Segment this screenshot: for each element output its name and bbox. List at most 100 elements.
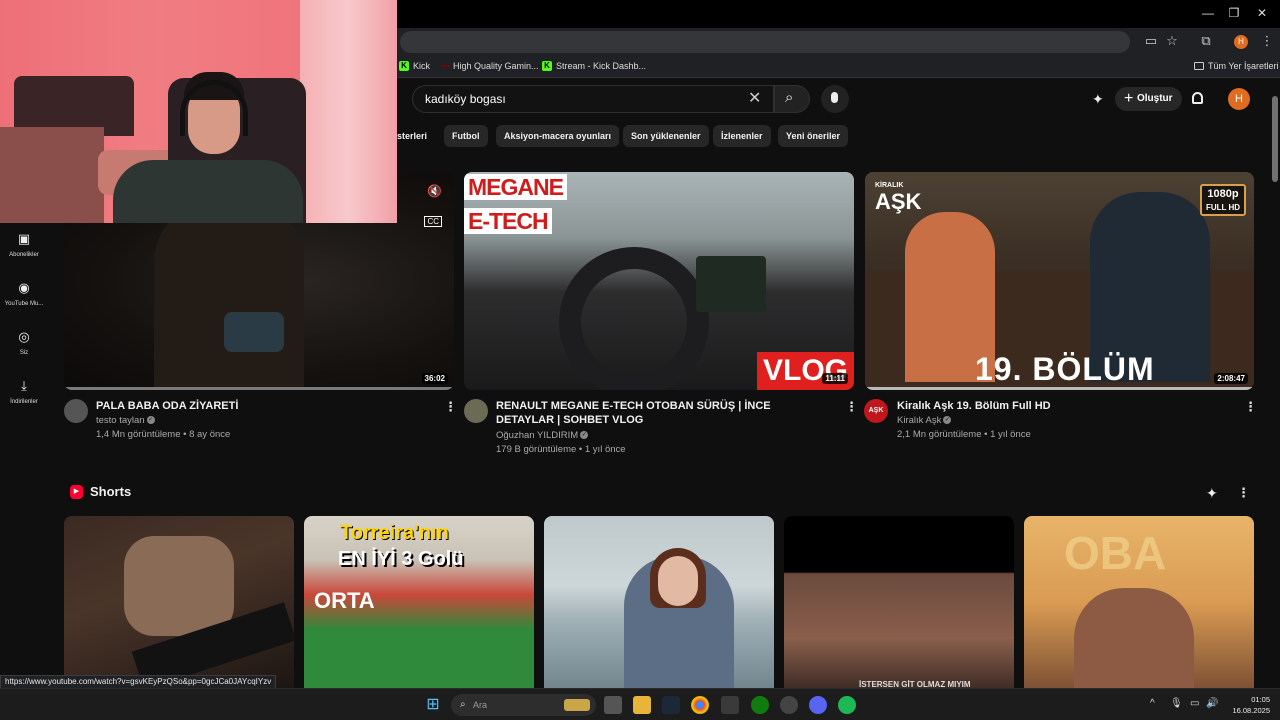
channel-name[interactable]: Kiralık Aşk ✓ — [897, 414, 952, 428]
chip-partial[interactable]: sterleri — [395, 125, 435, 147]
short-thumbnail[interactable]: Torreira'nın EN İYİ 3 Golü ORTA — [304, 516, 534, 691]
clear-search-icon[interactable]: ✕ — [748, 88, 761, 108]
thumbnail-phone — [224, 312, 284, 352]
scrollbar-thumb[interactable] — [1272, 96, 1278, 182]
sidebar-item-indirilenler[interactable]: ⤓ İndirilenler — [0, 378, 48, 405]
chip-izlenenler[interactable]: İzlenenler — [713, 125, 771, 147]
create-sparkle-icon[interactable]: ✦ — [1092, 91, 1104, 108]
search-input[interactable]: kadıköy bogası — [412, 85, 774, 113]
channel-avatar[interactable] — [464, 399, 488, 423]
taskbar-search[interactable]: ⌕ Ara — [451, 694, 596, 716]
mute-icon[interactable]: 🔇 — [427, 184, 442, 198]
video-thumbnail[interactable]: KİRALIK AŞK 1080p FULL HD 19. BÖLÜM 2:08:4… — [865, 172, 1254, 390]
account-avatar[interactable]: H — [1228, 88, 1250, 110]
thumbnail-steering-wheel — [559, 247, 709, 390]
captions-icon[interactable]: CC — [424, 216, 442, 227]
chip-aksiyon[interactable]: Aksiyon-macera oyunları — [496, 125, 620, 147]
chip-son-yuklenenler[interactable]: Son yüklenenler — [623, 125, 709, 147]
sidebar-item-siz[interactable]: ◎ Siz — [0, 329, 48, 356]
spotify-icon[interactable] — [838, 696, 856, 714]
short-thumbnail[interactable] — [544, 516, 774, 691]
sidebar-item-youtube-music[interactable]: ◉ YouTube Mu... — [0, 280, 48, 307]
channel-label: Kiralık Aşk — [897, 415, 942, 426]
all-bookmarks[interactable]: Tüm Yer İşaretleri — [1194, 61, 1279, 71]
browser-menu-icon[interactable]: ⋮ — [1258, 33, 1276, 49]
store-icon[interactable] — [721, 696, 739, 714]
thumbnail-hand — [124, 536, 234, 636]
link-status-url: https://www.youtube.com/watch?v=gsvKEyPz… — [0, 675, 277, 689]
show-logo: KİRALIK AŞK — [875, 182, 922, 214]
voice-search-button[interactable] — [821, 85, 849, 113]
chip-futbol[interactable]: Futbol — [444, 125, 488, 147]
bookmark-favicon — [441, 65, 449, 67]
thumbnail-badge: VLOG — [756, 352, 854, 390]
bookmark-kick[interactable]: K Kick — [399, 61, 430, 71]
windows-start-icon[interactable]: ⊞ — [424, 696, 442, 714]
thumbnail-face — [658, 556, 698, 606]
short-thumbnail[interactable]: İSTERSEN GİT OLMAZ MIYIM — [784, 516, 1014, 691]
taskbar-clock[interactable]: 01:05 16.08.2025 — [1226, 694, 1270, 716]
tray-network-icon[interactable]: ▭ — [1190, 698, 1199, 709]
bookmark-kick-dashboard[interactable]: K Stream - Kick Dashb... — [542, 61, 646, 71]
app-icon[interactable] — [780, 696, 798, 714]
close-button[interactable]: ✕ — [1252, 6, 1272, 20]
short-thumbnail[interactable]: OBA — [1024, 516, 1254, 691]
channel-avatar[interactable] — [64, 399, 88, 423]
tray-overflow-icon[interactable]: ^ — [1150, 698, 1155, 709]
video-title[interactable]: Kiralık Aşk 19. Bölüm Full HD — [897, 399, 1227, 413]
verified-icon: ✓ — [943, 416, 952, 425]
thumbnail-text: MEGANE — [464, 174, 567, 200]
thumbnail-figure — [154, 202, 304, 390]
thumbnail-face — [1074, 588, 1194, 691]
shorts-sparkle-icon[interactable]: ✦ — [1206, 485, 1218, 502]
channel-label: testo taylan — [96, 415, 145, 426]
video-title[interactable]: PALA BABA ODA ZİYARETİ — [96, 399, 426, 413]
video-menu-icon[interactable]: ⋮ — [845, 399, 858, 415]
video-thumbnail[interactable]: MEGANE E-TECH VLOG 11:11 — [464, 172, 854, 390]
cast-icon[interactable]: ▭ — [1142, 33, 1160, 49]
folder-icon — [1194, 62, 1204, 70]
channel-name[interactable]: Oğuzhan YILDIRIM ✓ — [496, 429, 589, 443]
bookmark-label: Kick — [413, 61, 431, 71]
chrome-icon[interactable] — [691, 696, 709, 714]
channel-avatar[interactable]: AŞK — [864, 399, 888, 423]
xbox-icon[interactable] — [751, 696, 769, 714]
video-menu-icon[interactable]: ⋮ — [444, 399, 457, 415]
minimize-button[interactable]: — — [1198, 6, 1218, 20]
tray-volume-icon[interactable]: 🔊 — [1206, 698, 1218, 709]
watch-progress-bar — [865, 387, 1254, 390]
discord-icon[interactable] — [809, 696, 827, 714]
file-explorer-icon[interactable] — [633, 696, 651, 714]
bookmark-label: Stream - Kick Dashb... — [556, 61, 647, 71]
subscriptions-icon: ▣ — [17, 231, 31, 246]
video-meta: 179 B görüntüleme • 1 yıl önce — [496, 444, 626, 455]
extensions-icon[interactable]: ⧉ — [1197, 33, 1215, 49]
watch-progress-bar — [64, 387, 454, 390]
video-menu-icon[interactable]: ⋮ — [1244, 399, 1257, 415]
chip-yeni-oneriler[interactable]: Yeni öneriler — [778, 125, 849, 147]
search-button[interactable]: ⌕ — [774, 85, 810, 113]
short-thumbnail[interactable] — [64, 516, 294, 691]
webcam-cabinet — [0, 127, 104, 223]
bookmark-high-quality[interactable]: High Quality Gamin... — [441, 61, 539, 71]
omnibox[interactable] — [400, 31, 1130, 53]
webcam-overlay — [0, 0, 397, 223]
video-title[interactable]: RENAULT MEGANE E-TECH OTOBAN SÜRÜŞ | İNC… — [496, 399, 826, 427]
video-meta: 2,1 Mn görüntüleme • 1 yıl önce — [897, 429, 1031, 440]
bookmark-star-icon[interactable]: ☆ — [1163, 33, 1181, 49]
shorts-menu-icon[interactable]: ⋮ — [1237, 485, 1250, 501]
channel-name[interactable]: testo taylan ✓ — [96, 414, 155, 428]
create-button[interactable]: + Oluştur — [1115, 87, 1182, 111]
thumbnail-text: ORTA — [314, 588, 375, 613]
thumbnail-text: E-TECH — [464, 208, 552, 234]
notifications-bell-icon[interactable] — [1192, 91, 1203, 107]
browser-profile-avatar[interactable]: H — [1234, 35, 1248, 49]
steam-icon[interactable] — [662, 696, 680, 714]
page-scrollbar[interactable] — [1270, 84, 1280, 688]
webcam-curtain — [300, 0, 397, 223]
sidebar-item-abonelikler[interactable]: ▣ Abonelikler — [0, 231, 48, 258]
tray-mic-icon[interactable]: 🎙 — [1170, 698, 1183, 709]
maximize-button[interactable]: ❐ — [1224, 6, 1244, 20]
search-icon: ⌕ — [460, 699, 466, 710]
task-view-icon[interactable] — [604, 696, 622, 714]
